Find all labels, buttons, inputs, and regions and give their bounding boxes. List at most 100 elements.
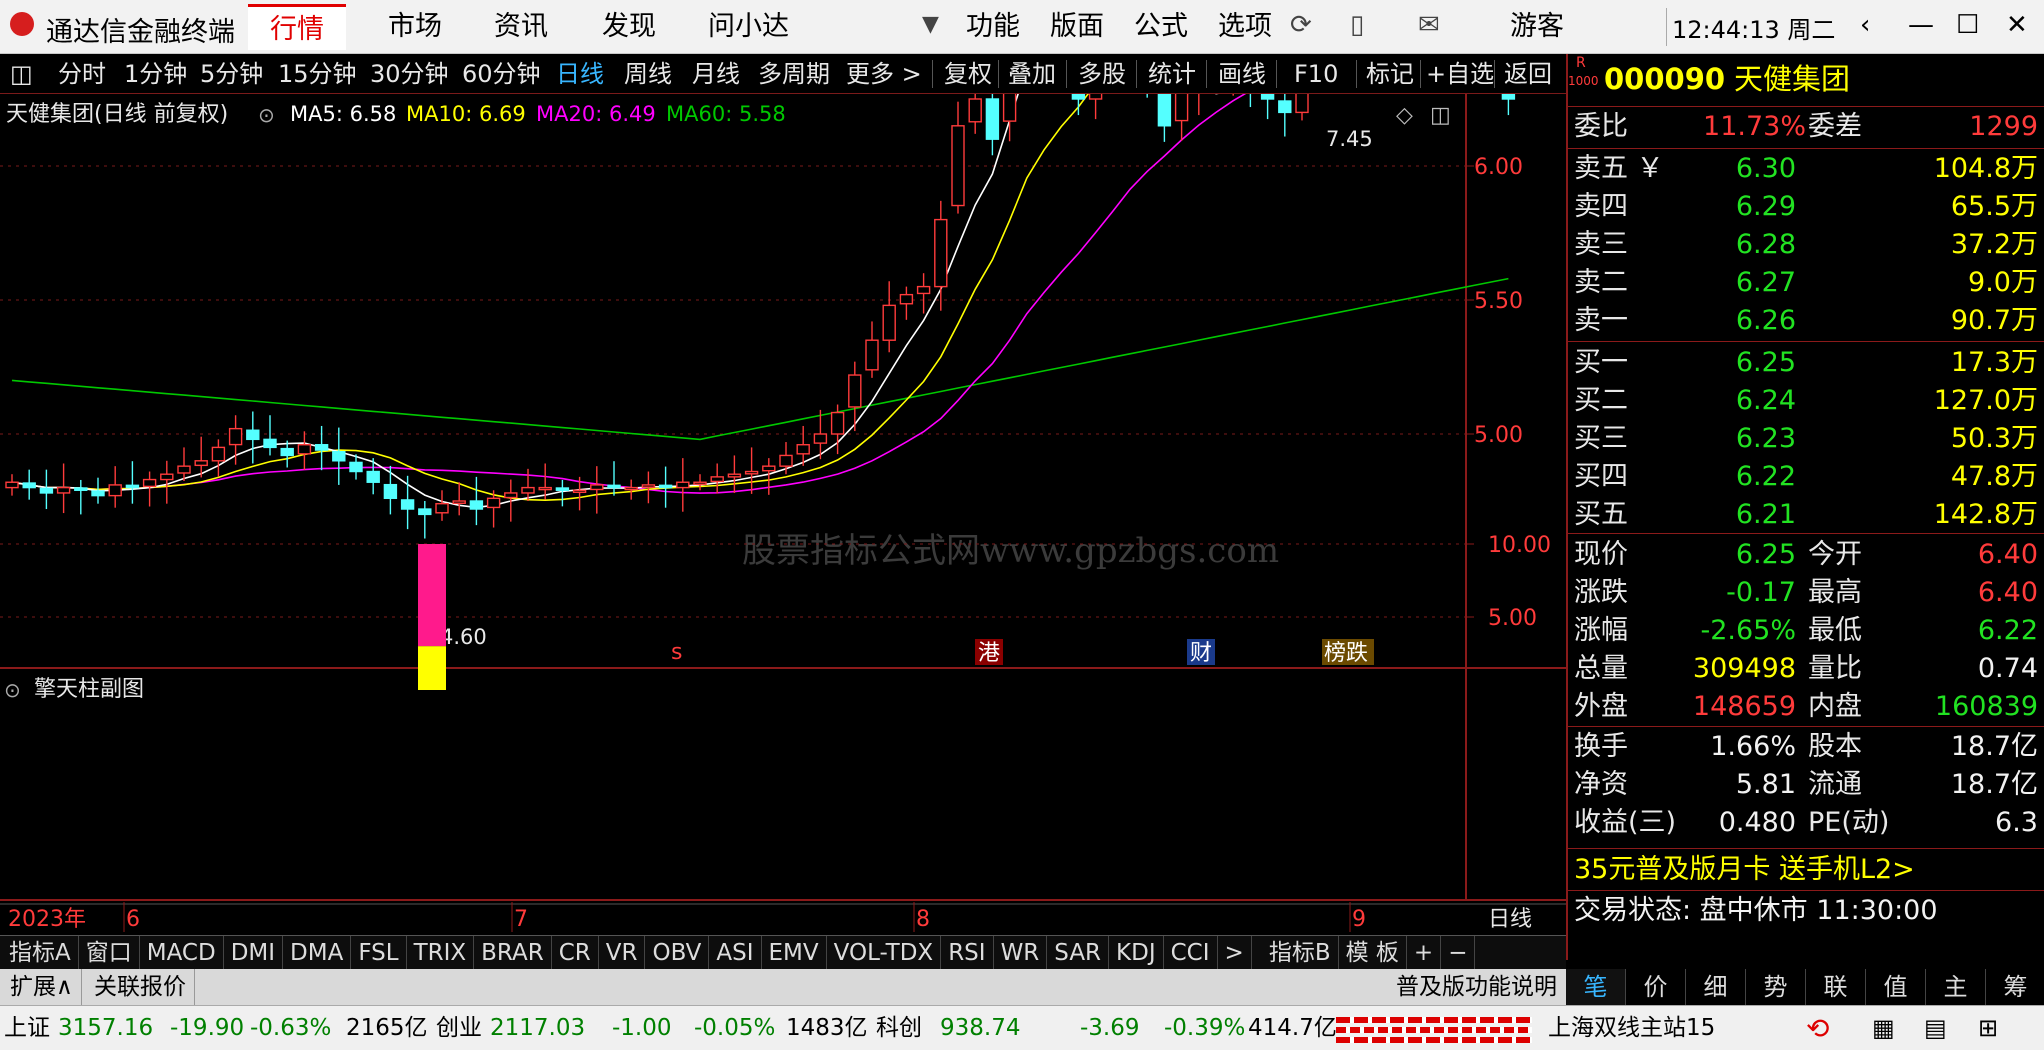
stock-name: 天健集团: [1734, 62, 1851, 96]
bid-row[interactable]: 买一 6.25 17.3万: [1568, 344, 2044, 382]
indicator-tab[interactable]: RSI: [941, 936, 994, 970]
menu-gongneng[interactable]: 功能: [956, 4, 1030, 50]
tb-day[interactable]: 日线: [556, 54, 604, 94]
tb-multi-stock[interactable]: 多股: [1078, 54, 1126, 94]
tb-mark[interactable]: 标记: [1366, 54, 1414, 94]
tb-fenshi[interactable]: 分时: [58, 54, 106, 94]
nav-shichang[interactable]: 市场: [366, 4, 464, 50]
tb-draw[interactable]: 画线: [1218, 54, 1266, 94]
bid-row[interactable]: 买二 6.24 127.0万: [1568, 382, 2044, 420]
stat-row[interactable]: 涨幅 -2.65% 最低 6.22: [1568, 612, 2044, 650]
promo-link[interactable]: 35元普及版月卡 送手机L2>: [1574, 851, 2044, 889]
toggle-panel-icon[interactable]: ◫: [10, 54, 33, 94]
calculator-icon[interactable]: ▦: [1872, 1006, 1895, 1050]
detail-tab[interactable]: 价: [1626, 969, 1686, 1005]
tb-week[interactable]: 周线: [624, 54, 672, 94]
indicator-tab[interactable]: VR: [599, 936, 646, 970]
minimize-icon[interactable]: —: [1908, 10, 1934, 40]
indicator-tab[interactable]: DMI: [224, 936, 284, 970]
tb-more[interactable]: 更多 >: [846, 54, 922, 94]
bid-row[interactable]: 买三 6.23 50.3万: [1568, 420, 2044, 458]
detail-tab[interactable]: 势: [1746, 969, 1806, 1005]
connection-icon[interactable]: ⟲: [1806, 1006, 1829, 1050]
tb-multi-period[interactable]: 多周期: [758, 54, 830, 94]
nav-hangqing[interactable]: 行情: [248, 4, 346, 50]
indicator-tab[interactable]: >: [1218, 936, 1252, 970]
indicator-tab[interactable]: −: [1441, 936, 1476, 970]
nav-faxian[interactable]: 发现: [580, 4, 678, 50]
menu-gongshi[interactable]: 公式: [1124, 4, 1198, 50]
indicator-tab[interactable]: KDJ: [1109, 936, 1164, 970]
menu-xuanxiang[interactable]: 选项: [1208, 4, 1282, 50]
related-quote-button[interactable]: 关联报价: [86, 969, 195, 1005]
detail-tab[interactable]: 值: [1866, 969, 1926, 1005]
indicator-tab[interactable]: TRIX: [407, 936, 475, 970]
maximize-icon[interactable]: ☐: [1956, 10, 1979, 40]
tb-return[interactable]: 返回: [1504, 54, 1552, 94]
indicator-tab[interactable]: ASI: [709, 936, 762, 970]
fund-row[interactable]: 收益(三) 0.480 PE(动) 6.3: [1568, 804, 2044, 842]
tb-stats[interactable]: 统计: [1148, 54, 1196, 94]
indicator-tab[interactable]: FSL: [351, 936, 407, 970]
fund-row[interactable]: 净资 5.81 流通 18.7亿: [1568, 766, 2044, 804]
indicator-tab[interactable]: SAR: [1047, 936, 1110, 970]
tb-30min[interactable]: 30分钟: [370, 54, 449, 94]
bid-row[interactable]: 买五 6.21 142.8万: [1568, 496, 2044, 534]
tb-overlay[interactable]: 叠加: [1008, 54, 1056, 94]
refresh-icon[interactable]: ⟳: [1290, 10, 1312, 40]
kline-chart[interactable]: 7.507.006.506.005.505.00 股票指标公式网www.gpzb…: [0, 94, 1566, 935]
tb-month[interactable]: 月线: [692, 54, 740, 94]
indicator-tab[interactable]: EMV: [762, 936, 827, 970]
bid-row[interactable]: 买四 6.22 47.8万: [1568, 458, 2044, 496]
ask-row[interactable]: 卖四 6.29 65.5万: [1568, 188, 2044, 226]
indicator-tab[interactable]: MACD: [140, 936, 224, 970]
indicator-tab[interactable]: 指标A: [2, 936, 79, 970]
nav-zixun[interactable]: 资讯: [472, 4, 570, 50]
indicator-tab[interactable]: VOL-TDX: [827, 936, 942, 970]
tb-5min[interactable]: 5分钟: [200, 54, 263, 94]
detail-tab[interactable]: 联: [1806, 969, 1866, 1005]
indicator-tab[interactable]: CR: [552, 936, 599, 970]
detail-tab[interactable]: 细: [1686, 969, 1746, 1005]
indicator-tab[interactable]: WR: [994, 936, 1048, 970]
phone-icon[interactable]: ▯: [1350, 10, 1364, 40]
tb-1min[interactable]: 1分钟: [124, 54, 187, 94]
indicator-tab[interactable]: 窗口: [79, 936, 140, 970]
indicator-tab[interactable]: +: [1407, 936, 1442, 970]
kc-percent: -0.39%: [1164, 1015, 1246, 1041]
expand-button[interactable]: 扩展∧: [2, 969, 82, 1005]
detail-tab[interactable]: 主: [1926, 969, 1986, 1005]
detail-tab[interactable]: 筹: [1986, 969, 2044, 1005]
ask-row[interactable]: 卖三 6.28 37.2万: [1568, 226, 2044, 264]
tb-add-favorite[interactable]: +自选: [1426, 54, 1494, 94]
fund-row[interactable]: 换手 1.66% 股本 18.7亿: [1568, 728, 2044, 766]
ask-row[interactable]: 卖一 6.26 90.7万: [1568, 302, 2044, 340]
stat-row[interactable]: 现价 6.25 今开 6.40: [1568, 536, 2044, 574]
indicator-tab[interactable]: CCI: [1164, 936, 1218, 970]
close-icon[interactable]: ✕: [2006, 10, 2028, 40]
stat-row[interactable]: 涨跌 -0.17 最高 6.40: [1568, 574, 2044, 612]
mail-icon[interactable]: ✉: [1418, 10, 1440, 40]
stat-row[interactable]: 总量 309498 量比 0.74: [1568, 650, 2044, 688]
guest-login[interactable]: 游客: [1500, 4, 1574, 50]
stat-row[interactable]: 外盘 148659 内盘 160839: [1568, 688, 2044, 726]
tb-60min[interactable]: 60分钟: [462, 54, 541, 94]
indicator-tab[interactable]: 指标B: [1262, 936, 1339, 970]
detail-tab[interactable]: 笔: [1566, 969, 1626, 1005]
ask-row[interactable]: 卖二 6.27 9.0万: [1568, 264, 2044, 302]
indicator-tab[interactable]: DMA: [283, 936, 352, 970]
notes-icon[interactable]: ▤: [1924, 1006, 1947, 1050]
ask-row[interactable]: 卖五 ￥ 6.30 104.8万: [1568, 150, 2044, 188]
indicator-tab[interactable]: OBV: [645, 936, 710, 970]
menu-banmian[interactable]: 版面: [1040, 4, 1114, 50]
tb-f10[interactable]: F10: [1294, 54, 1338, 94]
back-icon[interactable]: ‹: [1860, 10, 1870, 40]
grid-icon[interactable]: ⊞: [1978, 1006, 1998, 1050]
indicator-tab[interactable]: 模 板: [1339, 936, 1407, 970]
tb-15min[interactable]: 15分钟: [278, 54, 357, 94]
indicator-tab[interactable]: BRAR: [474, 936, 552, 970]
help-link[interactable]: 普及版功能说明: [1388, 969, 1565, 1005]
dropdown-icon[interactable]: ▼: [922, 12, 939, 37]
nav-wenxiaoda[interactable]: 问小达: [686, 4, 811, 50]
tb-fuquan[interactable]: 复权: [944, 54, 992, 94]
